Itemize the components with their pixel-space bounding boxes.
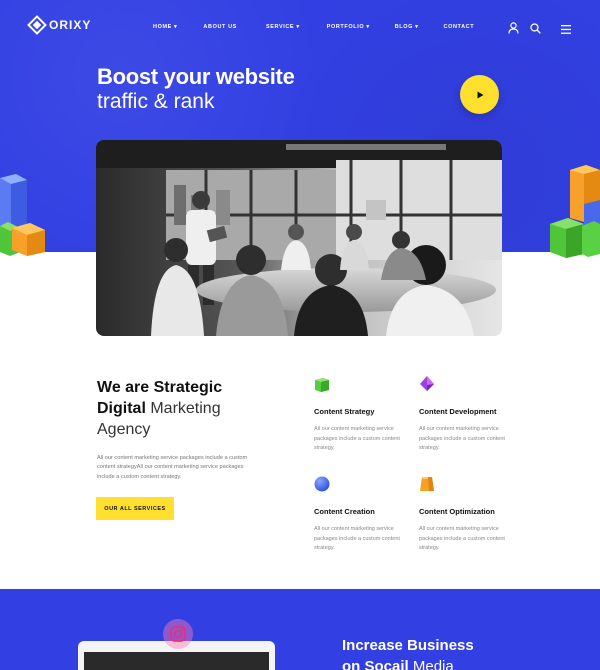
hero-title-line-2: traffic & rank (97, 90, 215, 113)
chevron-down-icon: ▾ (415, 24, 419, 30)
team-meeting-photo (96, 140, 502, 336)
main-menu: HOME ▾ ABOUT US SERVICE ▾ PORTFOLIO ▾ BL… (153, 24, 474, 30)
service-card-content-creation[interactable]: Content Creation All our content marketi… (314, 476, 414, 554)
green-cube-icon (315, 378, 329, 392)
service-card-content-development[interactable]: Content Development All our content mark… (419, 376, 519, 454)
decorative-cubes-right (550, 165, 600, 258)
about-description: All our content marketing service packag… (97, 455, 248, 480)
nav-item-blog[interactable]: BLOG ▾ (395, 24, 419, 30)
nav-item-about-us[interactable]: ABOUT US (203, 24, 237, 30)
service-card-content-strategy[interactable]: Content Strategy All our content marketi… (314, 376, 414, 454)
service-title: Content Development (419, 407, 497, 416)
hero-title-line-1: Boost your website (97, 64, 295, 89)
service-title: Content Creation (314, 507, 375, 516)
purple-pyramid-icon (420, 376, 434, 391)
orange-cone-icon (420, 477, 434, 491)
instagram-icon (170, 626, 186, 642)
blue-sphere-icon (314, 476, 330, 492)
social-heading: Increase Business on Socail Media (342, 637, 474, 670)
service-card-content-optimization[interactable]: Content Optimization All our content mar… (419, 476, 519, 554)
logo[interactable]: ORIXY (27, 15, 92, 35)
top-navigation: ORIXY HOME ▾ ABOUT US SERVICE ▾ PORTFOLI… (0, 0, 600, 54)
our-all-services-button[interactable]: OUR ALL SERVICES (96, 497, 174, 520)
service-description: All our content marketing service packag… (419, 426, 505, 451)
chevron-down-icon: ▾ (366, 24, 370, 30)
search-icon[interactable] (530, 21, 541, 39)
service-description: All our content marketing service packag… (419, 526, 505, 551)
chevron-down-icon: ▾ (174, 24, 178, 30)
user-icon[interactable] (508, 21, 519, 39)
social-media-section: Increase Business on Socail Media (0, 589, 600, 670)
play-icon (477, 91, 483, 98)
laptop-screen (84, 652, 269, 670)
chevron-down-icon: ▾ (296, 24, 300, 30)
logo-diamond-icon (27, 15, 47, 35)
service-title: Content Strategy (314, 407, 375, 416)
service-description: All our content marketing service packag… (314, 426, 400, 451)
about-heading: We are Strategic Digital Marketing Agenc… (97, 379, 223, 438)
nav-item-home[interactable]: HOME ▾ (153, 24, 177, 30)
hamburger-menu-icon[interactable] (561, 21, 571, 39)
decorative-cubes-left (0, 174, 45, 256)
hero-headline: Boost your website traffic & rank (97, 64, 295, 114)
nav-item-portfolio[interactable]: PORTFOLIO ▾ (327, 24, 370, 30)
service-title: Content Optimization (419, 507, 495, 516)
play-video-button[interactable] (460, 75, 499, 114)
nav-item-contact[interactable]: CONTACT (444, 24, 475, 30)
service-description: All our content marketing service packag… (314, 526, 400, 551)
instagram-badge (163, 619, 193, 649)
logo-text: ORIXY (49, 18, 92, 32)
nav-item-service[interactable]: SERVICE ▾ (266, 24, 300, 30)
